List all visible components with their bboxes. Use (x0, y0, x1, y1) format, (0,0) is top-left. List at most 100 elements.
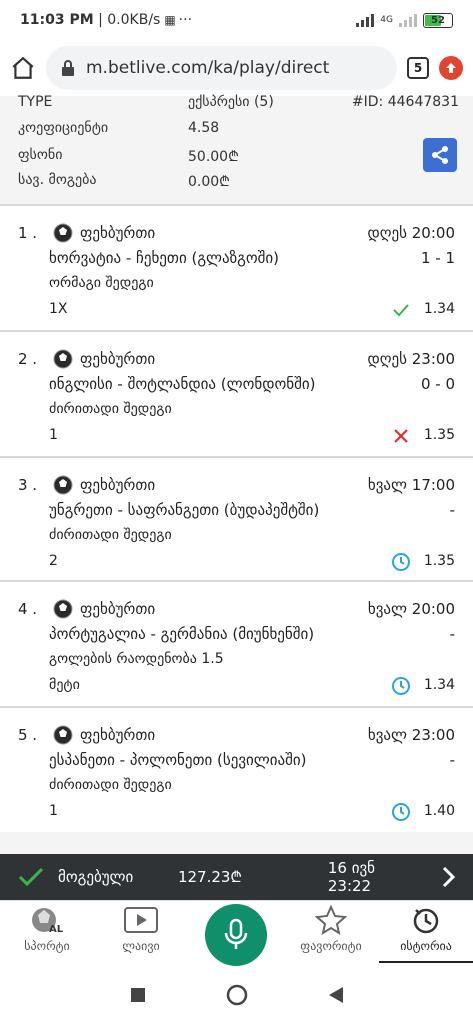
result-amount: 127.23₾ (177, 868, 242, 886)
bet-card[interactable]: 2 . ფეხბურთი დღეს 23:00 ინგლისი - შოტლანდია… (0, 330, 473, 454)
home-circle-icon[interactable] (226, 984, 248, 1006)
home-icon[interactable] (10, 55, 36, 81)
bet-teams: ინგლისი - შოტლანდია (ლონდონში) (49, 375, 316, 393)
stake-label: ფსონი (18, 147, 63, 163)
chevron-right-icon[interactable] (441, 866, 455, 888)
more-icon: ··· (178, 12, 193, 28)
history-icon (413, 908, 439, 934)
star-icon (315, 905, 347, 935)
address-bar[interactable]: m.betlive.com/ka/play/direct (46, 46, 397, 90)
recents-icon[interactable] (130, 987, 146, 1003)
odds-label: კოეფიციენტი (18, 120, 109, 136)
mic-icon (224, 918, 248, 949)
bet-number: 1 . (18, 224, 38, 242)
status-bar: 11:03 PM | 0.0KB/s ▦ ··· 4G 52 (0, 0, 473, 40)
nav-live-label: ლაივი (122, 939, 160, 953)
nav-history[interactable]: ისტორია (379, 905, 473, 963)
app-notification-icon: ▦ (164, 13, 176, 27)
football-icon (53, 599, 73, 619)
tabs-button[interactable]: 5 (407, 57, 429, 79)
battery-icon: 52 (423, 12, 453, 28)
bet-score: 1 - 1 (420, 249, 455, 267)
bet-odd: 1.40 (423, 803, 455, 819)
status-speed: 0.0KB/s (107, 12, 161, 28)
bet-number: 5 . (18, 726, 38, 744)
odds-value: 4.58 (188, 120, 220, 136)
status-time: 11:03 PM (20, 12, 94, 28)
bet-card[interactable]: 5 . ფეხბურთი ხვალ 23:00 ესპანეთი - პოლონეთი… (0, 706, 473, 830)
payout-label: სავ. მოგება (18, 172, 97, 188)
bet-sport: ფეხბურთი (80, 726, 156, 744)
signal-icon (356, 13, 375, 27)
all-sports-icon: ALL (32, 908, 64, 935)
bet-pick: მეტი (49, 677, 80, 693)
bet-sport: ფეხბურთი (80, 224, 156, 242)
bet-datetime: ხვალ 20:00 (367, 600, 455, 618)
svg-text:ALL: ALL (49, 924, 64, 935)
url-text: m.betlive.com/ka/play/direct (86, 58, 330, 78)
type-label: TYPE (18, 94, 53, 110)
bet-number: 4 . (18, 600, 38, 618)
result-bar[interactable]: მოგებული 127.23₾ 16 ივნ 23:22 (0, 854, 473, 900)
nav-favorites[interactable]: ფავორიტი (284, 905, 378, 963)
result-date: 16 ივნ 23:22 (327, 859, 376, 895)
bet-odd: 1.35 (423, 553, 455, 569)
bet-number: 3 . (18, 476, 38, 494)
bet-pick: 1X (49, 301, 68, 317)
bet-odd: 1.34 (423, 301, 455, 317)
nav-sports[interactable]: ALL სპორტი (0, 905, 94, 963)
payout-value: 0.00₾ (188, 174, 230, 190)
lock-icon (62, 60, 74, 76)
bet-sport: ფეხბურთი (80, 600, 156, 618)
bet-card[interactable]: 4 . ფეხბურთი ხვალ 20:00 პორტუგალია - გერმან… (0, 580, 473, 704)
bet-pick: 1 (49, 803, 58, 819)
nav-history-label: ისტორია (400, 939, 452, 953)
bet-pick: 2 (49, 553, 58, 569)
share-button[interactable] (423, 138, 457, 172)
won-check-icon (391, 300, 411, 320)
bet-teams: ესპანეთი - პოლონეთი (სევილიაში) (49, 751, 307, 769)
bet-sport: ფეხბურთი (80, 476, 156, 494)
bet-market: ძირითადი შედეგი (49, 777, 172, 793)
pending-clock-icon (391, 802, 411, 822)
nav-favorites-label: ფავორიტი (300, 939, 362, 953)
bet-market: ორმაგი შედეგი (49, 275, 154, 291)
bet-pick: 1 (49, 427, 58, 443)
signal-2-icon (399, 13, 417, 27)
update-icon[interactable] (439, 56, 463, 80)
bet-card[interactable]: 3 . ფეხბურთი ხვალ 17:00 უნგრეთი - საფრანგეთ… (0, 456, 473, 580)
network-type: 4G (380, 15, 393, 25)
bet-odd: 1.34 (423, 677, 455, 693)
bet-id: #ID: 44647831 (351, 94, 459, 110)
football-icon (53, 725, 73, 745)
result-label: მოგებული (57, 868, 134, 886)
pending-clock-icon (391, 552, 411, 572)
nav-sports-label: სპორტი (24, 939, 70, 953)
bet-odd: 1.35 (423, 427, 455, 443)
bet-datetime: ხვალ 17:00 (367, 476, 455, 494)
bet-number: 2 . (18, 350, 38, 368)
pending-clock-icon (391, 676, 411, 696)
bet-card[interactable]: 1 . ფეხბურთი დღეს 20:00 ხორვატია - ჩეხეთი (… (0, 204, 473, 328)
voice-button[interactable] (205, 904, 267, 966)
bet-sport: ფეხბურთი (80, 350, 156, 368)
bet-score: - (449, 625, 455, 643)
nav-live[interactable]: ლაივი (94, 905, 188, 963)
bet-market: ძირითადი შედეგი (49, 401, 172, 417)
bet-teams: პორტუგალია - გერმანია (მიუნხენში) (49, 625, 315, 643)
bet-datetime: დღეს 20:00 (367, 224, 455, 242)
bet-teams: უნგრეთი - საფრანგეთი (ბუდაპეშტში) (49, 501, 320, 519)
bottom-nav: ALL სპორტი ლაივი ფავორიტი ისტორია (0, 900, 473, 966)
bet-datetime: დღეს 23:00 (367, 350, 455, 368)
lost-cross-icon (391, 426, 411, 446)
football-icon (53, 349, 73, 369)
bet-score: - (449, 751, 455, 769)
football-icon (53, 223, 73, 243)
check-icon (18, 867, 44, 887)
bet-market: ძირითადი შედეგი (49, 527, 172, 543)
system-nav (0, 966, 473, 1024)
football-icon (53, 475, 73, 495)
back-icon[interactable] (328, 986, 344, 1004)
play-icon (124, 907, 158, 933)
stake-value: 50.00₾ (188, 149, 239, 165)
